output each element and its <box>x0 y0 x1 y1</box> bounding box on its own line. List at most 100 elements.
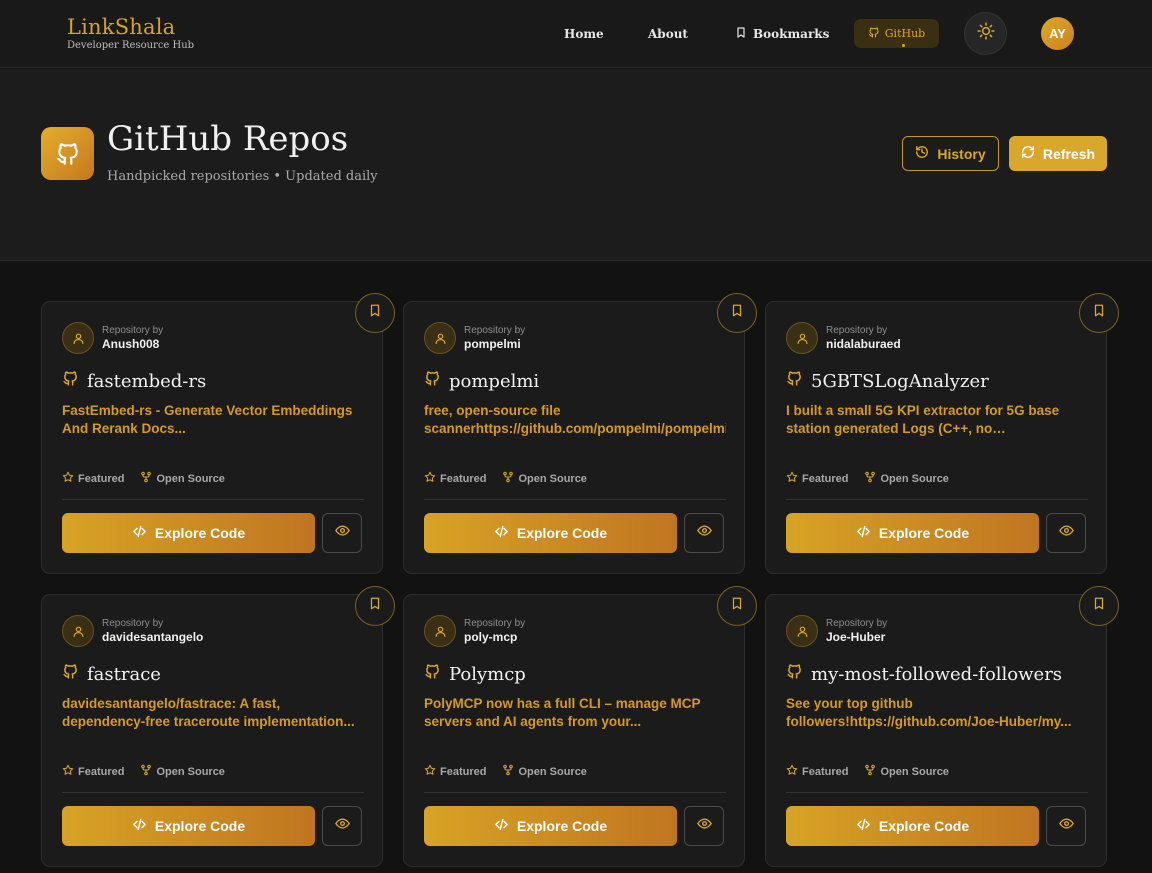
repo-title[interactable]: Polymcp <box>424 663 526 685</box>
bookmark-icon <box>368 303 382 323</box>
bookmark-button[interactable] <box>1079 586 1119 626</box>
code-icon <box>132 817 147 835</box>
bookmark-icon <box>1092 596 1106 616</box>
star-icon <box>424 764 436 779</box>
author-caption: Repository by <box>102 617 164 629</box>
author-name[interactable]: Joe-Huber <box>826 630 887 645</box>
git-fork-icon <box>140 764 152 779</box>
sun-icon <box>976 22 995 45</box>
author-name[interactable]: Anush008 <box>102 337 163 352</box>
theme-toggle-button[interactable] <box>964 12 1007 55</box>
repo-card: Repository by pompelmi pompelmi free, op… <box>403 293 757 574</box>
featured-tag: Featured <box>424 471 486 486</box>
repo-author: Repository by Joe-Huber <box>786 615 887 647</box>
repo-card: Repository by Joe-Huber my-most-followed… <box>765 586 1119 867</box>
git-fork-icon <box>502 764 514 779</box>
github-icon <box>41 127 94 180</box>
code-icon <box>494 524 509 542</box>
nav-about-label: About <box>648 27 688 41</box>
explore-code-label: Explore Code <box>878 818 970 834</box>
code-icon <box>856 817 871 835</box>
repo-description: I built a small 5G KPI extractor for 5G … <box>786 403 1060 436</box>
code-icon <box>856 524 871 542</box>
repo-title[interactable]: pompelmi <box>424 370 539 392</box>
preview-button[interactable] <box>1046 806 1086 846</box>
history-button[interactable]: History <box>902 136 999 171</box>
refresh-label: Refresh <box>1042 145 1096 162</box>
featured-tag-label: Featured <box>802 472 849 485</box>
bookmark-button[interactable] <box>1079 293 1119 333</box>
featured-tag-label: Featured <box>440 765 487 778</box>
open-source-tag-label: Open Source <box>518 472 587 485</box>
repo-description: free, open-source file scannerhttps://gi… <box>424 403 726 436</box>
git-fork-icon <box>502 471 514 486</box>
repo-title[interactable]: my-most-followed-followers <box>786 663 1062 685</box>
repo-author: Repository by pompelmi <box>424 322 525 354</box>
refresh-icon <box>1021 145 1035 162</box>
code-icon <box>494 817 509 835</box>
preview-button[interactable] <box>322 806 362 846</box>
star-icon <box>786 471 798 486</box>
featured-tag: Featured <box>62 764 124 779</box>
author-name[interactable]: davidesantangelo <box>102 630 203 645</box>
user-icon <box>424 322 456 354</box>
explore-code-button[interactable]: Explore Code <box>786 513 1039 553</box>
user-avatar[interactable]: AY <box>1041 17 1074 50</box>
repo-tags: Featured Open Source <box>62 471 225 486</box>
explore-code-button[interactable]: Explore Code <box>62 806 315 846</box>
eye-icon <box>1058 523 1074 543</box>
repo-description: PolyMCP now has a full CLI – manage MCP … <box>424 696 701 729</box>
user-icon <box>62 322 94 354</box>
bookmark-button[interactable] <box>355 293 395 333</box>
github-icon <box>62 663 79 685</box>
brand-logo[interactable]: LinkShala Developer Resource Hub <box>67 14 194 52</box>
repo-title[interactable]: fastembed-rs <box>62 370 206 392</box>
card-divider <box>786 499 1088 500</box>
open-source-tag: Open Source <box>864 471 949 486</box>
nav-home[interactable]: Home <box>564 24 604 44</box>
bookmark-button[interactable] <box>717 586 757 626</box>
bookmark-button[interactable] <box>717 293 757 333</box>
bookmark-icon <box>735 26 747 42</box>
repo-tags: Featured Open Source <box>786 764 949 779</box>
repo-title[interactable]: 5GBTSLogAnalyzer <box>786 370 989 392</box>
git-fork-icon <box>864 764 876 779</box>
author-name[interactable]: pompelmi <box>464 337 525 352</box>
refresh-button[interactable]: Refresh <box>1009 136 1107 171</box>
author-name[interactable]: nidalaburaed <box>826 337 901 352</box>
open-source-tag-label: Open Source <box>156 472 225 485</box>
nav-bookmarks[interactable]: Bookmarks <box>735 24 829 44</box>
repo-description: See your top github followers!https://gi… <box>786 696 1072 729</box>
open-source-tag: Open Source <box>502 764 587 779</box>
user-icon <box>786 615 818 647</box>
bookmark-button[interactable] <box>355 586 395 626</box>
page-title: GitHub Repos <box>107 119 349 159</box>
explore-code-button[interactable]: Explore Code <box>424 806 677 846</box>
repo-title[interactable]: fastrace <box>62 663 161 685</box>
open-source-tag: Open Source <box>864 764 949 779</box>
explore-code-button[interactable]: Explore Code <box>424 513 677 553</box>
card-divider <box>424 792 726 793</box>
author-caption: Repository by <box>826 324 888 336</box>
repo-tags: Featured Open Source <box>786 471 949 486</box>
explore-code-button[interactable]: Explore Code <box>786 806 1039 846</box>
open-source-tag: Open Source <box>502 471 587 486</box>
nav-about[interactable]: About <box>648 24 688 44</box>
star-icon <box>62 471 74 486</box>
explore-code-button[interactable]: Explore Code <box>62 513 315 553</box>
author-caption: Repository by <box>464 617 526 629</box>
eye-icon <box>696 523 712 543</box>
featured-tag-label: Featured <box>440 472 487 485</box>
eye-icon <box>1058 816 1074 836</box>
author-name[interactable]: poly-mcp <box>464 630 525 645</box>
github-icon <box>786 370 803 392</box>
preview-button[interactable] <box>684 806 724 846</box>
bookmark-icon <box>368 596 382 616</box>
preview-button[interactable] <box>322 513 362 553</box>
user-icon <box>424 615 456 647</box>
featured-tag: Featured <box>424 764 486 779</box>
nav-github[interactable]: GitHub <box>854 19 939 48</box>
card-divider <box>62 792 364 793</box>
preview-button[interactable] <box>1046 513 1086 553</box>
preview-button[interactable] <box>684 513 724 553</box>
